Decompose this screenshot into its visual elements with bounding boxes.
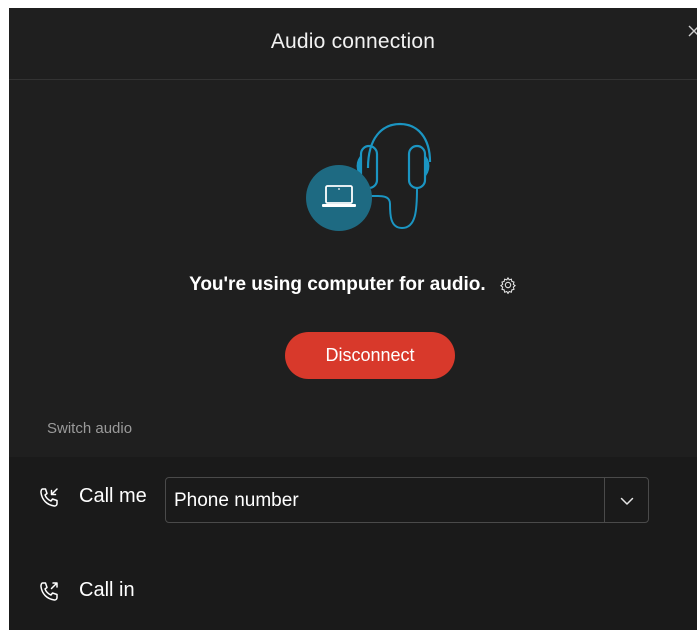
phone-incoming-icon	[40, 488, 58, 507]
audio-connection-dialog: Audio connection You're using computer f…	[9, 8, 697, 630]
disconnect-button[interactable]: Disconnect	[285, 332, 455, 379]
phone-number-select[interactable]: Phone number	[165, 477, 649, 523]
audio-status: You're using computer for audio.	[9, 274, 697, 296]
headset-laptop-illustration	[306, 122, 432, 231]
title-bar: Audio connection	[9, 8, 697, 80]
select-divider	[604, 478, 605, 522]
status-text: You're using computer for audio.	[189, 274, 486, 295]
chevron-down-icon[interactable]	[619, 493, 635, 509]
dialog-title: Audio connection	[270, 30, 436, 53]
phone-number-value: Phone number	[174, 490, 299, 511]
call-in-label: Call in	[79, 579, 135, 601]
call-me-label: Call me	[79, 485, 147, 507]
switch-audio-heading: Switch audio	[47, 420, 133, 437]
call-in-option[interactable]: Call in	[9, 567, 697, 617]
phone-outgoing-icon	[40, 582, 58, 601]
close-icon[interactable]	[687, 24, 697, 38]
audio-options: Call me Phone number Call in	[9, 457, 697, 630]
gear-icon[interactable]	[499, 276, 517, 294]
